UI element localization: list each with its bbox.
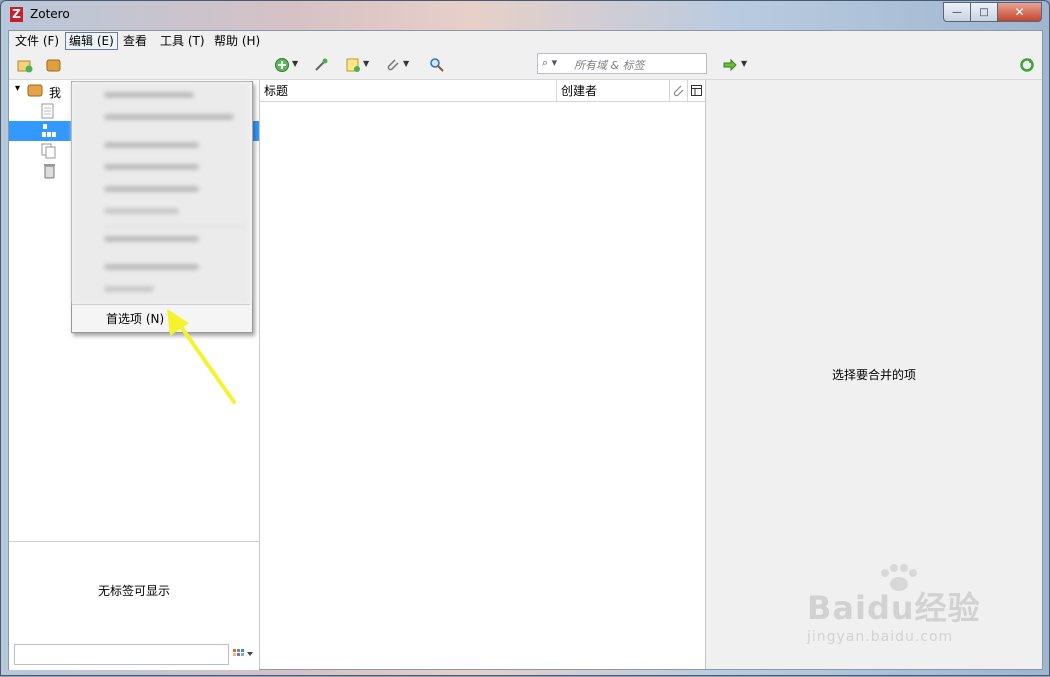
- new-library-icon[interactable]: [46, 57, 62, 73]
- advanced-search-icon[interactable]: [429, 57, 445, 73]
- zotero-logo-icon: Z: [10, 7, 23, 22]
- merge-items-message: 选择要合并的项: [831, 368, 916, 382]
- new-collection-icon[interactable]: [17, 57, 33, 73]
- menu-edit[interactable]: 编辑 (E): [65, 32, 118, 50]
- maximize-button[interactable]: □: [971, 2, 998, 22]
- menu-tools[interactable]: 工具 (T): [157, 32, 208, 50]
- items-pane: 标题 创建者: [260, 80, 706, 669]
- library-label: 我: [49, 86, 62, 100]
- locate-dropdown-icon[interactable]: ▼: [741, 59, 747, 68]
- column-header-attachments[interactable]: [670, 80, 688, 102]
- duplicates-icon: [41, 143, 57, 162]
- close-button[interactable]: ✕: [998, 2, 1042, 22]
- document-icon: [41, 103, 55, 122]
- edit-menu-blurred-items: [72, 82, 250, 304]
- unfiled-items-icon: [41, 123, 57, 142]
- attachment-dropdown-icon[interactable]: ▼: [403, 59, 409, 68]
- menu-file[interactable]: 文件 (F): [12, 32, 62, 50]
- search-field[interactable]: ⌕ ▾ 所有域 & 标签: [537, 53, 707, 74]
- column-picker-button[interactable]: [688, 80, 705, 102]
- paperclip-icon: [673, 85, 684, 97]
- tag-actions-button[interactable]: [233, 648, 255, 663]
- tag-empty-message: 无标签可显示: [97, 584, 170, 598]
- menu-bar: 文件 (F) 编辑 (E) 查看 工具 (T) 帮助 (H): [9, 31, 1042, 51]
- new-item-icon[interactable]: [274, 57, 290, 73]
- attachment-icon[interactable]: [384, 57, 400, 73]
- locate-icon[interactable]: [722, 57, 738, 73]
- column-header-creator[interactable]: 创建者: [557, 80, 670, 102]
- menu-view[interactable]: 查看: [120, 32, 150, 50]
- search-placeholder: 所有域 & 标签: [574, 59, 645, 72]
- menu-item-preferences[interactable]: 首选项 (N): [72, 308, 250, 330]
- library-icon: [27, 83, 43, 100]
- window-title: Zotero: [30, 7, 70, 21]
- tag-grid-icon: [233, 649, 253, 656]
- edit-menu-dropdown: 首选项 (N): [71, 81, 253, 333]
- menu-help[interactable]: 帮助 (H): [211, 32, 263, 50]
- new-note-icon[interactable]: [345, 57, 361, 73]
- new-item-dropdown-icon[interactable]: ▼: [292, 59, 298, 68]
- column-header-title[interactable]: 标题: [260, 80, 557, 102]
- trash-icon: [43, 163, 57, 182]
- preferences-label: 首选项 (N): [106, 312, 165, 326]
- column-picker-icon: [691, 85, 702, 96]
- tag-selector: 无标签可显示: [9, 541, 259, 670]
- title-bar[interactable]: Z Zotero — □ ✕: [1, 1, 1049, 29]
- toolbar: ▼ ▼ ▼ ⌕ ▾ 所有域 & 标签 ▼: [9, 51, 1042, 80]
- watermark-url: jingyan.baidu.com: [807, 629, 954, 645]
- tag-filter-input[interactable]: [14, 644, 229, 665]
- search-icon: ⌕ ▾: [542, 56, 558, 69]
- baidu-watermark: Baidu经验 jingyan.baidu.com: [807, 561, 1007, 661]
- new-note-dropdown-icon[interactable]: ▼: [363, 59, 369, 68]
- chevron-down-icon[interactable]: ▾: [15, 83, 20, 94]
- window: Z Zotero — □ ✕ 文件 (F) 编辑 (E) 查看 工具 (T) 帮…: [0, 0, 1050, 676]
- minimize-button[interactable]: —: [943, 2, 971, 22]
- sync-icon[interactable]: [1019, 57, 1035, 73]
- watermark-brand: Baidu经验: [807, 589, 981, 627]
- add-by-identifier-icon[interactable]: [313, 57, 329, 73]
